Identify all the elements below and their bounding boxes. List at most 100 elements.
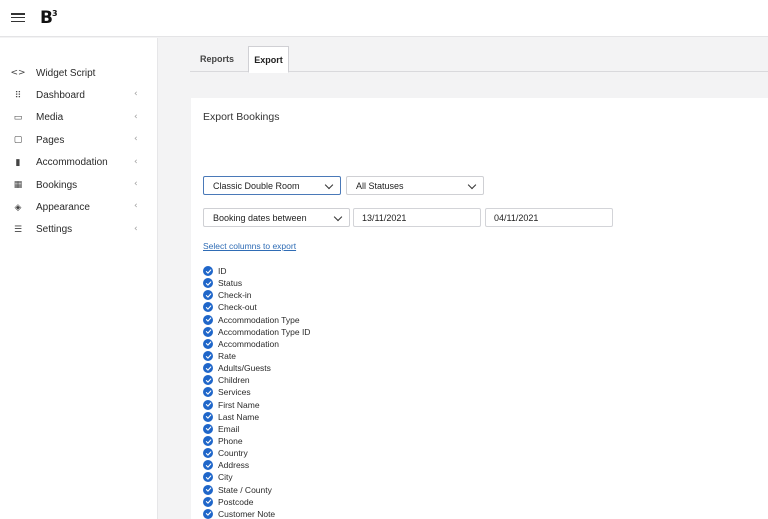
checkmark-icon [203, 460, 213, 471]
checkmark-icon [203, 314, 213, 325]
chevron-left-icon: ‹ [134, 134, 138, 145]
logo[interactable]: B3 [40, 8, 57, 28]
chevron-down-icon [333, 212, 343, 222]
status-select[interactable]: All Statuses [346, 176, 484, 195]
column-checkbox[interactable]: Services [203, 386, 503, 398]
column-checkbox[interactable]: Postcode [203, 496, 503, 508]
sidebar-item-appearance[interactable]: ◈ Appearance ‹ [0, 196, 157, 218]
column-checkbox[interactable]: Check-in [203, 289, 503, 301]
checkmark-icon [203, 326, 213, 337]
room-select-value: Classic Double Room [213, 180, 300, 191]
status-select-value: All Statuses [356, 180, 404, 191]
column-label: City [218, 472, 233, 483]
column-checkbox[interactable]: Children [203, 374, 503, 386]
column-label: ID [218, 266, 227, 277]
chevron-left-icon: ‹ [134, 111, 138, 122]
checkmark-icon [203, 423, 213, 434]
image-icon: ▭ [13, 112, 23, 123]
select-columns-link[interactable]: Select columns to export [203, 241, 296, 251]
sidebar-item-dashboard[interactable]: ⠿ Dashboard ‹ [0, 84, 157, 106]
grid-icon: ⠿ [14, 90, 22, 101]
checkmark-icon [203, 484, 213, 495]
column-label: Check-out [218, 302, 257, 313]
chevron-down-icon [324, 180, 334, 190]
column-label: Accommodation Type ID [218, 326, 311, 337]
code-icon: <> [10, 68, 26, 79]
checkmark-icon [203, 290, 213, 301]
column-checkbox[interactable]: First Name [203, 399, 503, 411]
column-label: Country [218, 448, 248, 459]
column-checkbox[interactable]: Country [203, 447, 503, 459]
checkmark-icon [203, 508, 213, 519]
date-from-input[interactable]: 13/11/2021 [353, 208, 481, 227]
column-checkbox[interactable]: Adults/Guests [203, 362, 503, 374]
checkmark-icon [203, 496, 213, 507]
sidebar-item-bookings[interactable]: ▦ Bookings ‹ [0, 174, 157, 196]
sidebar-item-label: Dashboard [36, 90, 85, 102]
chevron-left-icon: ‹ [134, 156, 138, 167]
column-checkbox[interactable]: Address [203, 459, 503, 471]
checkmark-icon [203, 363, 213, 374]
column-label: Services [218, 387, 251, 398]
column-label: Accommodation Type [218, 314, 300, 325]
checkmark-icon [203, 436, 213, 447]
sidebar-item-label: Accommodation [36, 157, 108, 169]
column-label: Children [218, 375, 250, 386]
column-checkbox[interactable]: Last Name [203, 411, 503, 423]
column-label: Status [218, 278, 243, 289]
column-checkbox[interactable]: Customer Note [203, 508, 503, 519]
checkmark-icon [203, 448, 213, 459]
sidebar-item-pages[interactable]: ▢ Pages ‹ [0, 129, 157, 151]
checkmark-icon [203, 375, 213, 386]
checkmark-icon [203, 351, 213, 362]
column-checkbox[interactable]: State / County [203, 484, 503, 496]
pages-icon: ▢ [13, 135, 23, 146]
column-label: Check-in [218, 290, 252, 301]
page-title: Export Bookings [203, 111, 280, 123]
column-label: Adults/Guests [218, 363, 271, 374]
column-label: Last Name [218, 411, 260, 422]
sidebar-item-label: Pages [36, 134, 65, 146]
column-checkbox[interactable]: Accommodation Type [203, 314, 503, 326]
hamburger-menu-icon[interactable] [11, 11, 25, 25]
date-mode-select[interactable]: Booking dates between [203, 208, 350, 227]
column-checkbox[interactable]: Status [203, 277, 503, 289]
sidebar-item-widget-script[interactable]: <> Widget Script [0, 62, 157, 84]
sidebar: <> Widget Script ⠿ Dashboard ‹ ▭ Media ‹ ▢ Pages ‹… [0, 38, 158, 519]
column-checkbox[interactable]: Accommodation [203, 338, 503, 350]
checkmark-icon [203, 387, 213, 398]
column-label: Address [218, 460, 250, 471]
column-checkbox[interactable]: ID [203, 265, 503, 277]
sidebar-item-media[interactable]: ▭ Media ‹ [0, 107, 157, 129]
tab-bar: Reports Export [190, 46, 768, 73]
column-checkbox[interactable]: Accommodation Type ID [203, 326, 503, 338]
column-checkbox[interactable]: Rate [203, 350, 503, 362]
sidebar-nav: <> Widget Script ⠿ Dashboard ‹ ▭ Media ‹ ▢ Pages ‹… [0, 38, 157, 241]
column-checkbox[interactable]: Email [203, 423, 503, 435]
tab-export[interactable]: Export [248, 46, 289, 73]
sidebar-item-label: Widget Script [36, 67, 96, 79]
checkmark-icon [203, 399, 213, 410]
column-checkbox[interactable]: Check-out [203, 301, 503, 313]
top-bar: B3 [0, 0, 768, 37]
column-label: Email [218, 423, 240, 434]
column-label: Postcode [218, 496, 254, 507]
columns-list: ID Status Check-in Check-out Accommodation T… [203, 265, 503, 519]
tab-reports[interactable]: Reports [190, 46, 244, 72]
building-icon: ▮ [15, 157, 21, 168]
column-label: Customer Note [218, 508, 276, 519]
room-select[interactable]: Classic Double Room [203, 176, 341, 195]
checkmark-icon [203, 338, 213, 349]
date-to-input[interactable]: 04/11/2021 [485, 208, 613, 227]
column-label: Accommodation [218, 338, 279, 349]
sidebar-item-settings[interactable]: ☰ Settings ‹ [0, 219, 157, 241]
checkmark-icon [203, 411, 213, 422]
sidebar-item-accommodation[interactable]: ▮ Accommodation ‹ [0, 152, 157, 174]
checkmark-icon [203, 302, 213, 313]
column-label: Rate [218, 351, 236, 362]
checkmark-icon [203, 472, 213, 483]
sliders-icon: ☰ [13, 224, 23, 235]
date-mode-select-value: Booking dates between [213, 212, 307, 223]
column-checkbox[interactable]: Phone [203, 435, 503, 447]
column-checkbox[interactable]: City [203, 471, 503, 483]
